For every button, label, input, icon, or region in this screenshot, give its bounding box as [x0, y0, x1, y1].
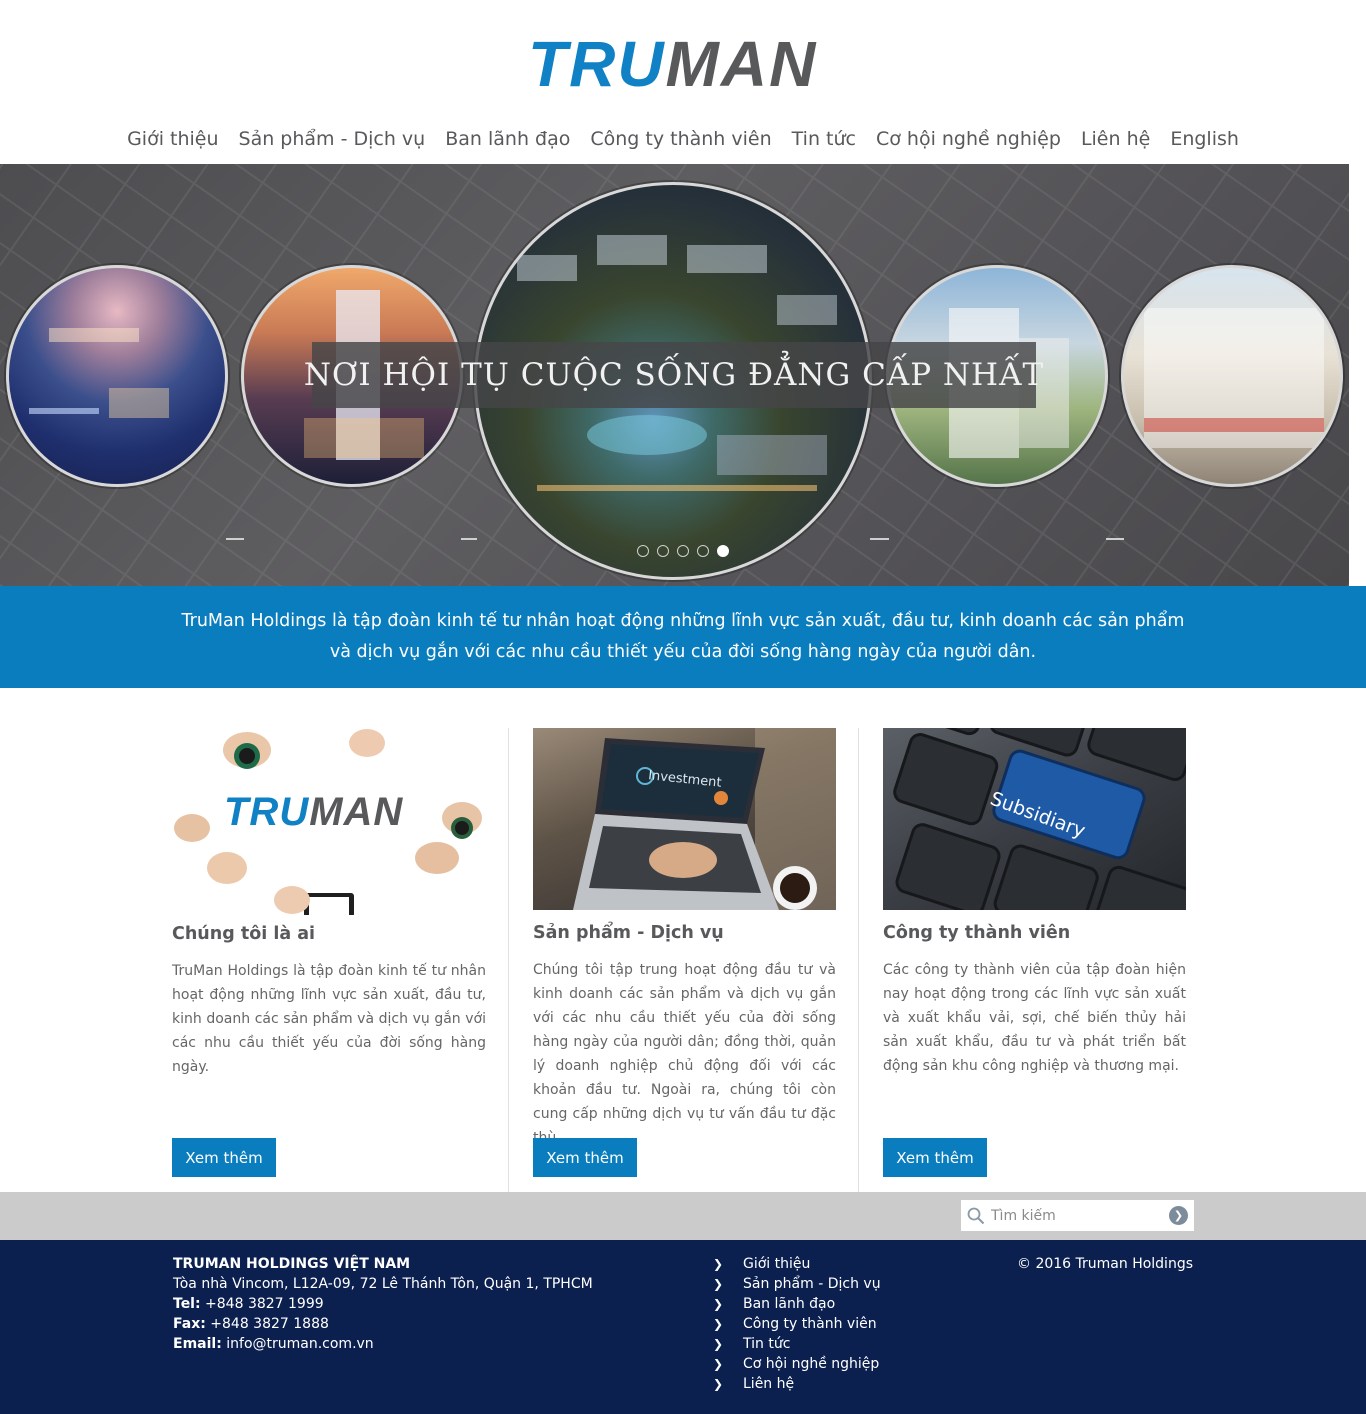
- nav-item-cong-ty-thanh-vien[interactable]: Công ty thành viên: [580, 124, 781, 154]
- chevron-right-icon: ❯: [713, 1257, 724, 1271]
- slider-dot-1[interactable]: [637, 545, 649, 557]
- footer-link-cong-ty-thanh-vien[interactable]: ❯ Công ty thành viên: [713, 1314, 881, 1334]
- footer-link-co-hoi-nghe-nghiep[interactable]: ❯ Cơ hội nghề nghiệp: [713, 1354, 881, 1374]
- nav-item-co-hoi-nghe-nghiep[interactable]: Cơ hội nghề nghiệp: [866, 124, 1071, 154]
- chevron-right-icon: ❯: [713, 1337, 724, 1351]
- card-image-keyboard-subsidiary: Subsidiary: [883, 728, 1186, 910]
- footer-link-label: Công ty thành viên: [743, 1316, 877, 1332]
- connector-line: [870, 538, 889, 540]
- footer-link-tin-tuc[interactable]: ❯ Tin tức: [713, 1334, 881, 1354]
- footer-link-lien-he[interactable]: ❯ Liên hệ: [713, 1374, 881, 1394]
- footer-link-label: Giới thiệu: [743, 1256, 811, 1272]
- slider-dot-2[interactable]: [657, 545, 669, 557]
- card-image-logo-tru: TRU: [224, 790, 310, 834]
- copyright: © 2016 Truman Holdings: [1017, 1256, 1194, 1272]
- search-box: ❯: [961, 1200, 1194, 1231]
- nav-item-lien-he[interactable]: Liên hệ: [1071, 124, 1160, 154]
- read-more-button[interactable]: Xem thêm: [172, 1138, 276, 1177]
- nav-item-ban-lanh-dao[interactable]: Ban lãnh đạo: [435, 124, 580, 154]
- intro-line-2: và dịch vụ gắn với các nhu cầu thiết yếu…: [329, 642, 1037, 662]
- nav-item-english[interactable]: English: [1160, 124, 1249, 154]
- slider-dot-4[interactable]: [697, 545, 709, 557]
- chevron-right-icon: ❯: [713, 1357, 724, 1371]
- company-fax: Fax: +848 3827 1888: [173, 1314, 593, 1334]
- company-info: TRUMAN HOLDINGS VIỆT NAM Tòa nhà Vincom,…: [173, 1254, 593, 1354]
- site-header: TRUMAN Giới thiệu Sản phẩm - Dịch vụ Ban…: [0, 0, 1366, 164]
- read-more-button[interactable]: Xem thêm: [883, 1138, 987, 1177]
- nav-item-san-pham-dich-vu[interactable]: Sản phẩm - Dịch vụ: [229, 124, 436, 154]
- tel-value: +848 3827 1999: [205, 1296, 324, 1312]
- footer-link-san-pham-dich-vu[interactable]: ❯ Sản phẩm - Dịch vụ: [713, 1274, 881, 1294]
- main-nav: Giới thiệu Sản phẩm - Dịch vụ Ban lãnh đ…: [0, 124, 1366, 154]
- card-title: Công ty thành viên: [883, 923, 1071, 943]
- card-who-we-are: TRUMAN Chúng tôi là ai TruMan Holdings l…: [172, 728, 486, 1192]
- search-icon: [967, 1207, 985, 1225]
- hero-slider[interactable]: NƠI HỘI TỤ CUỘC SỐNG ĐẲNG CẤP NHẤT: [0, 164, 1349, 586]
- footer-link-ban-lanh-dao[interactable]: ❯ Ban lãnh đạo: [713, 1294, 881, 1314]
- card-image-hands-logo: TRUMAN: [172, 728, 486, 915]
- chevron-right-icon: ❯: [713, 1377, 724, 1391]
- connector-line: [1106, 538, 1124, 540]
- company-address: Tòa nhà Vincom, L12A-09, 72 Lê Thánh Tôn…: [173, 1276, 593, 1292]
- card-image-logo: TRUMAN: [224, 790, 403, 835]
- footer-links: ❯ Giới thiệu ❯ Sản phẩm - Dịch vụ ❯ Ban lãn…: [713, 1254, 881, 1394]
- arrow-circle-icon[interactable]: ❯: [1169, 1206, 1188, 1225]
- card-title: Chúng tôi là ai: [172, 924, 316, 944]
- site-footer: TRUMAN HOLDINGS VIỆT NAM Tòa nhà Vincom,…: [0, 1240, 1366, 1414]
- footer-link-label: Tin tức: [743, 1336, 791, 1352]
- company-name: TRUMAN HOLDINGS VIỆT NAM: [173, 1256, 411, 1272]
- nav-item-tin-tuc[interactable]: Tin tức: [782, 124, 866, 154]
- tel-label: Tel:: [173, 1296, 201, 1312]
- footer-link-label: Cơ hội nghề nghiệp: [743, 1356, 880, 1372]
- chevron-right-icon: ❯: [713, 1277, 724, 1291]
- footer-link-label: Sản phẩm - Dịch vụ: [743, 1276, 881, 1292]
- logo-part-tru: TRU: [528, 28, 666, 100]
- footer-link-gioi-thieu[interactable]: ❯ Giới thiệu: [713, 1254, 881, 1274]
- chevron-right-icon: ❯: [713, 1317, 724, 1331]
- slide-photo-townhouses: [1121, 265, 1343, 487]
- connector-line: [226, 538, 244, 540]
- intro-line-1: TruMan Holdings là tập đoàn kinh tế tư n…: [181, 611, 1185, 631]
- slider-caption-text: NƠI HỘI TỤ CUỘC SỐNG ĐẲNG CẤP NHẤT: [303, 357, 1045, 393]
- chevron-right-icon: ❯: [713, 1297, 724, 1311]
- card-title: Sản phẩm - Dịch vụ: [533, 923, 724, 943]
- fax-value: +848 3827 1888: [210, 1316, 329, 1332]
- fax-label: Fax:: [173, 1316, 206, 1332]
- search-bar: ❯: [0, 1192, 1366, 1240]
- intro-band: TruMan Holdings là tập đoàn kinh tế tư n…: [0, 586, 1366, 688]
- slider-caption: NƠI HỘI TỤ CUỘC SỐNG ĐẲNG CẤP NHẤT: [304, 342, 1043, 408]
- card-image-logo-man: MAN: [309, 790, 404, 834]
- connector-line: [461, 538, 477, 540]
- company-tel: Tel: +848 3827 1999: [173, 1294, 593, 1314]
- email-link[interactable]: info@truman.com.vn: [226, 1336, 373, 1352]
- slider-dot-5[interactable]: [717, 545, 729, 557]
- slider-pagination: [637, 545, 729, 557]
- search-input[interactable]: [991, 1201, 1161, 1230]
- feature-cards: TRUMAN Chúng tôi là ai TruMan Holdings l…: [0, 728, 1366, 1192]
- card-image-laptop-investment: Investment: [533, 728, 836, 910]
- card-text: TruMan Holdings là tập đoàn kinh tế tư n…: [172, 963, 486, 1075]
- footer-link-label: Ban lãnh đạo: [743, 1296, 836, 1312]
- card-text: Các công ty thành viên của tập đoàn hiện…: [883, 962, 1186, 1074]
- slider-dot-3[interactable]: [677, 545, 689, 557]
- card-divider: [858, 728, 859, 1192]
- card-products-services: Investment Sản phẩm - Dịch vụ Chúng tôi …: [533, 728, 836, 1192]
- logo-part-man: MAN: [665, 28, 818, 100]
- nav-item-gioi-thieu[interactable]: Giới thiệu: [117, 124, 228, 154]
- footer-link-label: Liên hệ: [743, 1376, 795, 1392]
- read-more-button[interactable]: Xem thêm: [533, 1138, 637, 1177]
- card-divider: [508, 728, 509, 1192]
- truman-logo[interactable]: TRUMAN: [528, 26, 832, 102]
- card-text: Chúng tôi tập trung hoạt động đầu tư và …: [533, 962, 836, 1146]
- company-email: Email: info@truman.com.vn: [173, 1334, 593, 1354]
- logo-wordmark: TRUMAN: [528, 26, 832, 102]
- card-subsidiaries: Subsidiary Công ty thành viên Các công t…: [883, 728, 1186, 1192]
- slide-photo-waterfront: [6, 265, 228, 487]
- email-label: Email:: [173, 1336, 222, 1352]
